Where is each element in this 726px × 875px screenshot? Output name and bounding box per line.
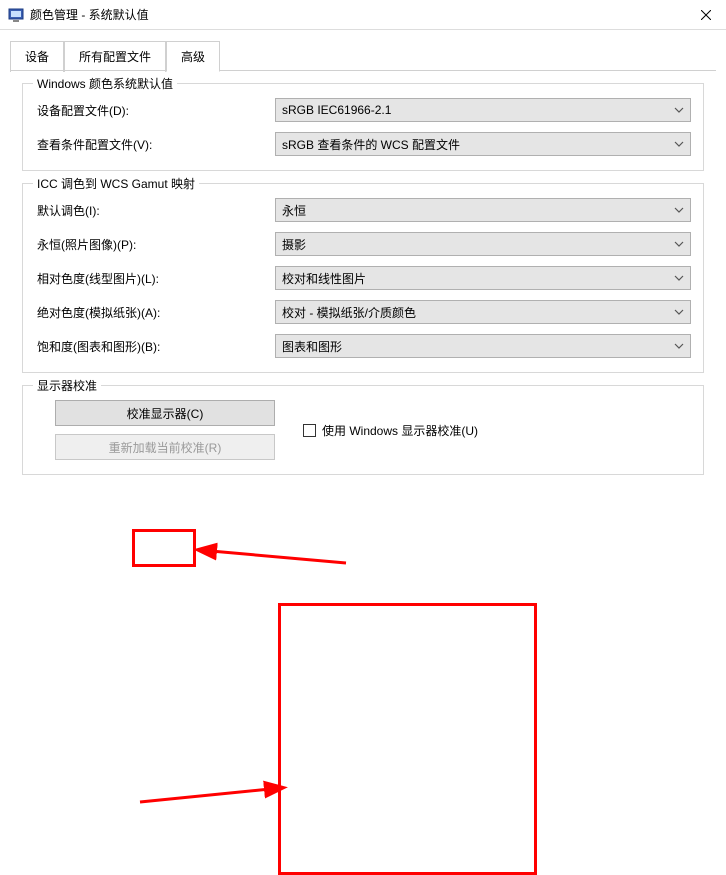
chevron-down-icon xyxy=(674,141,684,147)
chevron-down-icon xyxy=(674,275,684,281)
annotation-redbox-tab xyxy=(132,529,196,567)
group-monitor-calibration: 显示器校准 校准显示器(C) 重新加载当前校准(R) 使用 Windows 显示… xyxy=(22,385,704,475)
chevron-down-icon xyxy=(674,241,684,247)
abs-color-label: 绝对色度(模拟纸张)(A): xyxy=(35,304,275,321)
close-button[interactable] xyxy=(686,0,726,30)
row-default-intent: 默认调色(I): 永恒 xyxy=(35,198,691,222)
device-profile-label: 设备配置文件(D): xyxy=(35,102,275,119)
default-intent-value: 永恒 xyxy=(282,202,306,219)
tab-advanced[interactable]: 高级 xyxy=(166,41,220,72)
perceptual-dropdown[interactable]: 摄影 xyxy=(275,232,691,256)
group-windows-defaults-legend: Windows 颜色系统默认值 xyxy=(33,75,177,92)
titlebar: 颜色管理 - 系统默认值 xyxy=(0,0,726,30)
device-profile-dropdown[interactable]: sRGB IEC61966-2.1 xyxy=(275,98,691,122)
viewing-cond-label: 查看条件配置文件(V): xyxy=(35,136,275,153)
tab-all-profiles-label: 所有配置文件 xyxy=(79,50,151,64)
default-intent-dropdown[interactable]: 永恒 xyxy=(275,198,691,222)
saturation-dropdown[interactable]: 图表和图形 xyxy=(275,334,691,358)
group-windows-defaults: Windows 颜色系统默认值 设备配置文件(D): sRGB IEC61966… xyxy=(22,83,704,171)
chevron-down-icon xyxy=(674,343,684,349)
rel-color-value: 校对和线性图片 xyxy=(282,270,366,287)
annotation-redbox-dropdowns xyxy=(278,603,537,875)
row-viewing-cond: 查看条件配置文件(V): sRGB 查看条件的 WCS 配置文件 xyxy=(35,132,691,156)
tab-row: 设备 所有配置文件 高级 xyxy=(0,30,726,71)
use-windows-calibration-label: 使用 Windows 显示器校准(U) xyxy=(322,422,478,439)
row-perceptual: 永恒(照片图像)(P): 摄影 xyxy=(35,232,691,256)
tab-device[interactable]: 设备 xyxy=(10,41,64,72)
perceptual-value: 摄影 xyxy=(282,236,306,253)
tab-advanced-label: 高级 xyxy=(181,50,205,64)
rel-color-dropdown[interactable]: 校对和线性图片 xyxy=(275,266,691,290)
annotation-arrow-dropdowns xyxy=(130,747,290,807)
tab-underline xyxy=(10,70,716,71)
viewing-cond-value: sRGB 查看条件的 WCS 配置文件 xyxy=(282,136,460,153)
group-icc-gamut-legend: ICC 调色到 WCS Gamut 映射 xyxy=(33,175,199,192)
viewing-cond-dropdown[interactable]: sRGB 查看条件的 WCS 配置文件 xyxy=(275,132,691,156)
group-monitor-calibration-legend: 显示器校准 xyxy=(33,377,101,394)
abs-color-value: 校对 - 模拟纸张/介质颜色 xyxy=(282,304,416,321)
device-profile-value: sRGB IEC61966-2.1 xyxy=(282,103,391,117)
chevron-down-icon xyxy=(674,309,684,315)
calibrate-button-label: 校准显示器(C) xyxy=(127,405,204,422)
calibrate-button[interactable]: 校准显示器(C) xyxy=(55,400,275,426)
reload-calibration-button[interactable]: 重新加载当前校准(R) xyxy=(55,434,275,460)
abs-color-dropdown[interactable]: 校对 - 模拟纸张/介质颜色 xyxy=(275,300,691,324)
row-device-profile: 设备配置文件(D): sRGB IEC61966-2.1 xyxy=(35,98,691,122)
tab-all-profiles[interactable]: 所有配置文件 xyxy=(64,41,166,72)
app-icon xyxy=(8,7,24,23)
default-intent-label: 默认调色(I): xyxy=(35,202,275,219)
saturation-value: 图表和图形 xyxy=(282,338,342,355)
content-area: Windows 颜色系统默认值 设备配置文件(D): sRGB IEC61966… xyxy=(0,71,726,497)
saturation-label: 饱和度(图表和图形)(B): xyxy=(35,338,275,355)
perceptual-label: 永恒(照片图像)(P): xyxy=(35,236,275,253)
annotation-arrow-tab xyxy=(196,533,356,573)
reload-calibration-label: 重新加载当前校准(R) xyxy=(109,439,222,456)
group-icc-gamut: ICC 调色到 WCS Gamut 映射 默认调色(I): 永恒 永恒(照片图像… xyxy=(22,183,704,373)
rel-color-label: 相对色度(线型图片)(L): xyxy=(35,270,275,287)
chevron-down-icon xyxy=(674,107,684,113)
tab-device-label: 设备 xyxy=(25,50,49,64)
row-saturation: 饱和度(图表和图形)(B): 图表和图形 xyxy=(35,334,691,358)
row-abs-color: 绝对色度(模拟纸张)(A): 校对 - 模拟纸张/介质颜色 xyxy=(35,300,691,324)
row-rel-color: 相对色度(线型图片)(L): 校对和线性图片 xyxy=(35,266,691,290)
window-title: 颜色管理 - 系统默认值 xyxy=(30,6,686,23)
use-windows-calibration-checkbox[interactable]: 使用 Windows 显示器校准(U) xyxy=(303,422,478,439)
chevron-down-icon xyxy=(674,207,684,213)
checkbox-box xyxy=(303,424,316,437)
